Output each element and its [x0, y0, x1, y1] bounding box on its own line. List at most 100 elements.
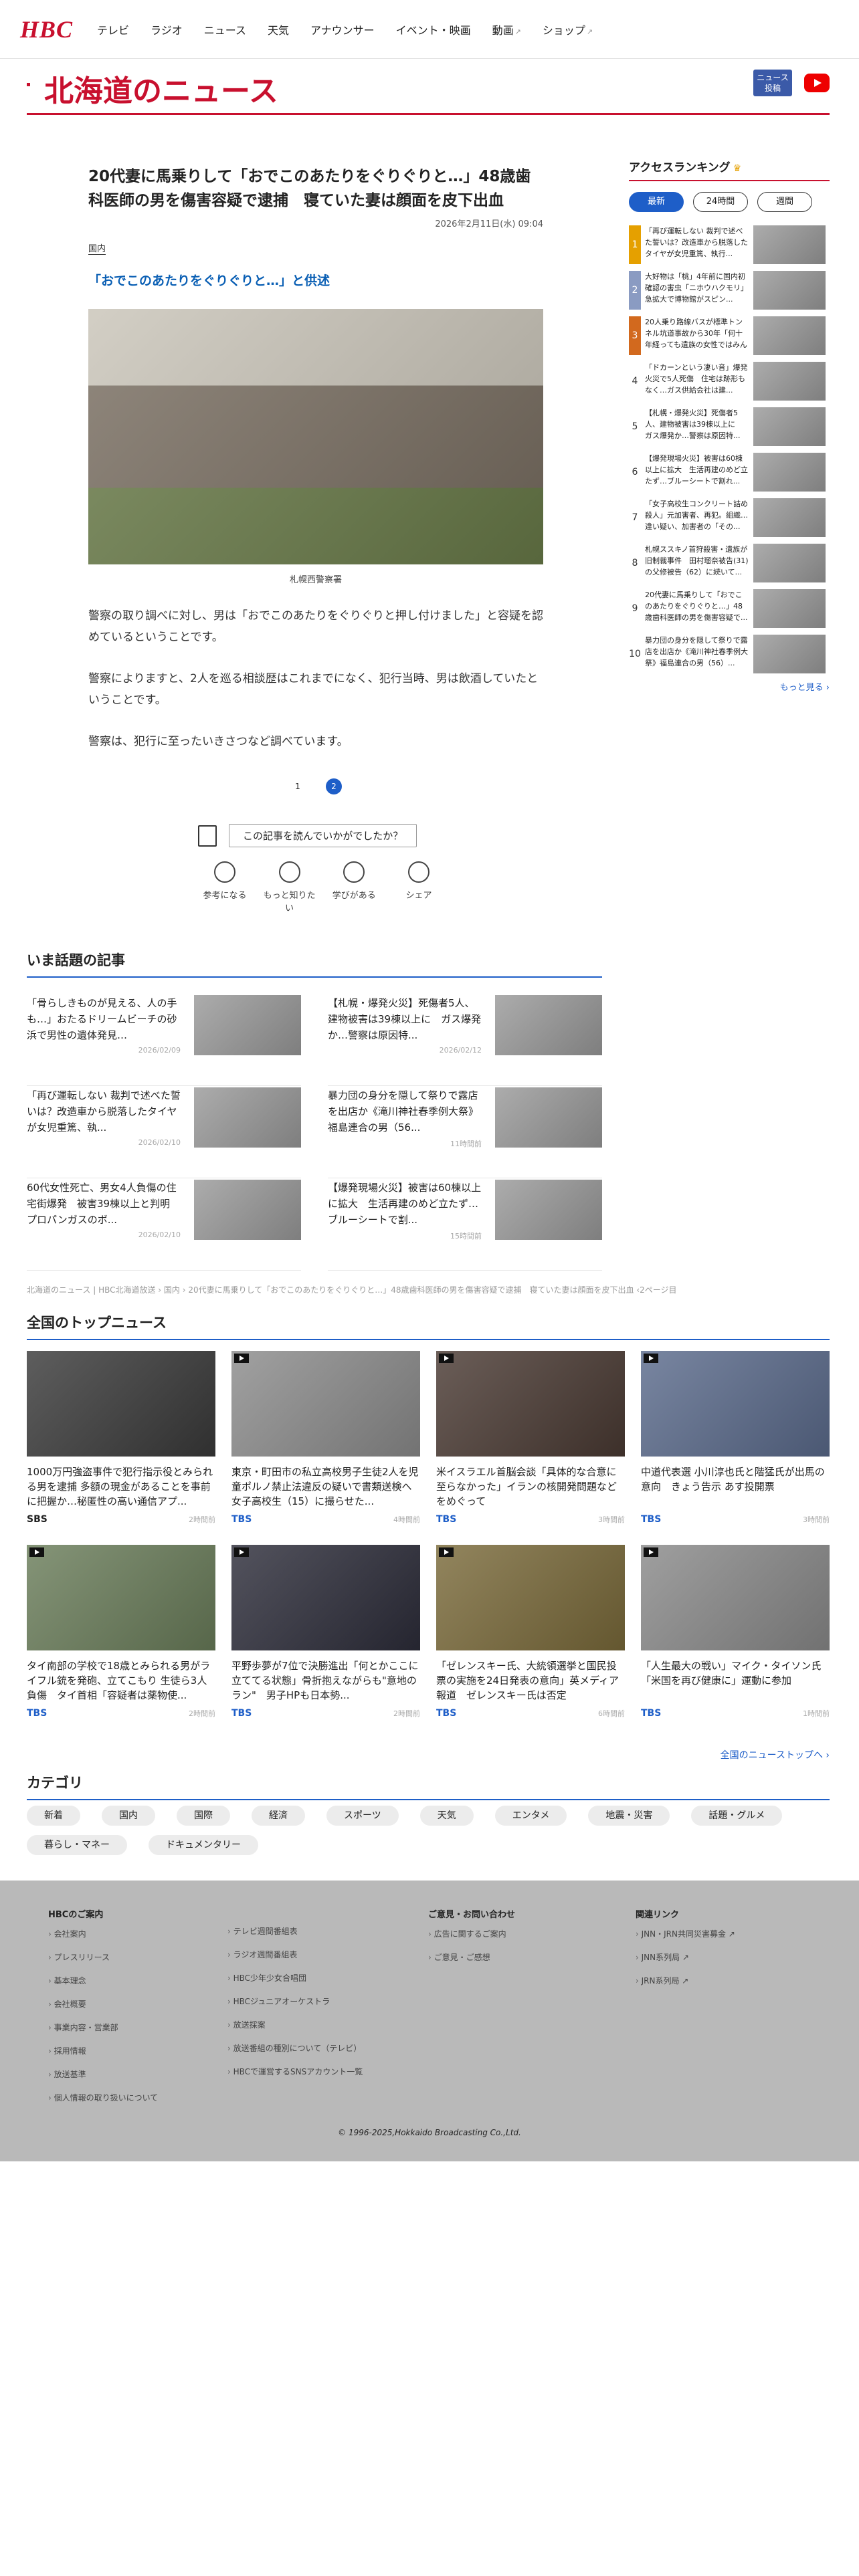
category-chip[interactable]: 新着: [27, 1806, 80, 1826]
footer-link[interactable]: 事業内容・営業部: [48, 2022, 158, 2033]
nav-news[interactable]: ニュース: [204, 21, 246, 37]
trending-item[interactable]: 60代女性死亡、男女4人負傷の住宅街爆発 被害39棟以上と判明 プロパンガスのボ…: [27, 1178, 301, 1271]
national-news-card[interactable]: タイ南部の学校で18歳とみられる男がライフル銃を発砲、立てこもり 生徒ら3人負傷…: [27, 1545, 215, 1719]
category-chip[interactable]: エンタメ: [494, 1806, 567, 1826]
rank-number: 4: [632, 376, 638, 387]
category-chip[interactable]: 国内: [102, 1806, 155, 1826]
footer-link[interactable]: テレビ週間番組表: [227, 1925, 363, 1937]
national-news-card[interactable]: 1000万円強盗事件で犯行指示役とみられる男を逮捕 多額の現金があることを事前に…: [27, 1351, 215, 1525]
tab-weekly[interactable]: 週間: [757, 192, 812, 212]
page-link[interactable]: 1: [290, 778, 306, 794]
category-chip[interactable]: スポーツ: [326, 1806, 399, 1826]
footer-link[interactable]: JRN系列局 ↗: [636, 1975, 735, 1986]
footer-link[interactable]: JNN・JRN共同災害募金 ↗: [636, 1928, 735, 1939]
nav-radio[interactable]: ラジオ: [151, 21, 183, 37]
footer-link[interactable]: 放送基準: [48, 2068, 158, 2080]
ranking-item[interactable]: 8 札幌ススキノ首狩殺害・遺族が旧制裁事件 田村瑠奈被告(31)の父修被告（62）…: [629, 544, 830, 582]
nav-weather[interactable]: 天気: [268, 21, 289, 37]
footer-link[interactable]: ご意見・ご感想: [428, 1951, 515, 1963]
footer-link[interactable]: ラジオ週間番組表: [227, 1949, 363, 1960]
nav-announcer[interactable]: アナウンサー: [310, 21, 375, 37]
national-news-title: 平野歩夢が7位で決勝進出「何とかここに立ててる状態」骨折抱えながらも"意地のラン…: [231, 1660, 419, 1701]
nav-video[interactable]: 動画 ↗: [492, 21, 521, 37]
national-news-card[interactable]: 平野歩夢が7位で決勝進出「何とかここに立ててる状態」骨折抱えながらも"意地のラン…: [231, 1545, 420, 1719]
footer-link[interactable]: 基本理念: [48, 1975, 158, 1986]
breadcrumb[interactable]: 北海道のニュース | HBC北海道放送 › 国内 › 20代妻に馬乗りして「おで…: [27, 1284, 830, 1295]
section-title: 北海道のニュース: [44, 74, 278, 108]
nav-tv[interactable]: テレビ: [97, 21, 129, 37]
ranking-more-link[interactable]: もっと見る ›: [629, 680, 830, 693]
trending-item-thumbnail: [194, 995, 301, 1055]
footer-link[interactable]: プレスリリース: [48, 1951, 158, 1963]
national-news-card[interactable]: 「人生最大の戦い」マイク・タイソン氏「米国を再び健康に」運動に参加 TBS 1時間前: [641, 1545, 830, 1719]
national-news-card[interactable]: 「ゼレンスキー氏、大統領選挙と国民投票の実施を24日発表の意向」英メディア報道 …: [436, 1545, 625, 1719]
trending-item[interactable]: 暴力団の身分を隠して祭りで露店を出店か《滝川神社春季例大祭》福島連合の男（56.…: [328, 1086, 602, 1178]
category-chip[interactable]: 国際: [177, 1806, 230, 1826]
video-play-icon: [644, 1547, 658, 1557]
national-news-thumbnail: [27, 1351, 215, 1457]
ranking-item[interactable]: 5 【札幌・爆発火災】死傷者5人、建物被害は39棟以上に ガス爆発か…警察は原因特…: [629, 407, 830, 446]
reaction-buttons: 参考になる もっと知りたい 学びがある シェア: [198, 861, 446, 914]
footer-link[interactable]: JNN系列局 ↗: [636, 1951, 735, 1963]
news-time: 4時間前: [393, 1515, 420, 1524]
article-category[interactable]: 国内: [88, 241, 106, 255]
trending-item[interactable]: 「再び運転しない 裁判で述べた誓いは？改造車から脱落したタイヤが女児重篤、執..…: [27, 1086, 301, 1178]
trending-item-title: 【札幌・爆発火災】死傷者5人、建物被害は39棟以上に ガス爆発か…警察は原因特.…: [328, 997, 482, 1041]
external-link-icon: ↗: [586, 27, 593, 36]
ranking-item[interactable]: 10 暴力団の身分を隠して祭りで露店を出店か《滝川神社春季例大祭》福島連合の男（5…: [629, 635, 830, 673]
ranking-item[interactable]: 4 「ドカーンという凄い音」爆発火災で5人死傷 住宅は跡形もなく…ガス供給会社は建…: [629, 362, 830, 401]
page-current[interactable]: 2: [326, 778, 342, 794]
share-button[interactable]: シェア: [392, 861, 446, 914]
footer-link[interactable]: 会社案内: [48, 1928, 158, 1939]
category-chip[interactable]: 経済: [252, 1806, 305, 1826]
hbc-logo[interactable]: HBC: [20, 15, 73, 43]
nav-shop[interactable]: ショップ ↗: [543, 21, 593, 37]
want-more-button[interactable]: もっと知りたい: [263, 861, 316, 914]
national-news-title: 1000万円強盗事件で犯行指示役とみられる男を逮捕 多額の現金があることを事前に…: [27, 1466, 213, 1507]
ranking-item[interactable]: 7 「女子高校生コンクリート詰め殺人」元加害者、再犯。組織…違い疑い、加害者の「そ…: [629, 498, 830, 537]
helpful-button[interactable]: 参考になる: [198, 861, 252, 914]
ranking-item[interactable]: 1 「再び運転しない 裁判で述べた誓いは？改造車から脱落したタイヤが女児重篤、執行…: [629, 225, 830, 264]
footer-link[interactable]: 会社概要: [48, 1998, 158, 2010]
footer-column-title: [227, 1907, 363, 1917]
youtube-icon[interactable]: [804, 74, 830, 92]
category-chip[interactable]: 話題・グルメ: [691, 1806, 783, 1826]
article-paragraph: 警察の取り調べに対し、男は「おでこのあたりをぐりぐりと押し付けました」と容疑を認…: [88, 609, 543, 644]
national-news-card[interactable]: 米イスラエル首脳会談「具体的な合意に至らなかった」イランの核開発問題などをめぐっ…: [436, 1351, 625, 1525]
footer-link[interactable]: HBCジュニアオーケストラ: [227, 1996, 363, 2007]
ranking-item[interactable]: 3 20人乗り路線バスが標準トンネル坑道事故から30年「何十年経っても遺族の女性で…: [629, 316, 830, 355]
national-more-link[interactable]: 全国のニューストップへ ›: [721, 1748, 830, 1761]
photo-caption: 札幌西警察署: [289, 575, 342, 585]
ranking-item[interactable]: 9 20代妻に馬乗りして「おでこのあたりをぐりぐりと…」48歳歯科医師の男を傷害容…: [629, 589, 830, 628]
rank-thumbnail: [753, 635, 826, 673]
trending-item[interactable]: 「骨らしきものが見える、人の手も…」おたるドリームビーチの砂浜で男性の遺体発見……: [27, 994, 301, 1086]
footer-link[interactable]: HBCで運営するSNSアカウント一覧: [227, 2066, 363, 2077]
news-source-badge: TBS: [641, 1708, 662, 1719]
footer-link[interactable]: 個人情報の取り扱いについて: [48, 2092, 159, 2103]
news-time: 3時間前: [598, 1515, 625, 1524]
tab-latest[interactable]: 最新: [629, 192, 684, 212]
footer-link[interactable]: HBC少年少女合唱団: [227, 1972, 363, 1983]
related-link[interactable]: 「おでこのあたりをぐりぐりと…」と供述: [88, 271, 543, 289]
category-chip[interactable]: 地震・災害: [588, 1806, 670, 1826]
ranking-item[interactable]: 6 【爆発現場火災】被害は60棟以上に拡大 生活再建のめど立たず…ブルーシートで割…: [629, 453, 830, 492]
footer-link[interactable]: 広告に関するご案内: [428, 1928, 515, 1939]
category-chip[interactable]: 天気: [419, 1806, 474, 1826]
footer-link[interactable]: 放送番組の種別について（テレビ）: [227, 2042, 363, 2054]
nav-events[interactable]: イベント・映画: [396, 21, 471, 37]
trending-item[interactable]: 【札幌・爆発火災】死傷者5人、建物被害は39棟以上に ガス爆発か…警察は原因特.…: [328, 994, 602, 1086]
tab-24h[interactable]: 24時間: [693, 192, 748, 212]
national-news-title: 東京・町田市の私立高校男子生徒2人を児童ポルノ禁止法違反の疑いで書類送検へ 女子…: [231, 1466, 420, 1507]
trending-item-thumbnail: [495, 995, 602, 1055]
ranking-item[interactable]: 2 大好物は「桃」4年前に国内初確認の害虫「ニホウハクモリ」急拡大で博物館がスピン…: [629, 271, 830, 310]
external-link-icon: ↗: [514, 27, 521, 36]
trending-item[interactable]: 【爆発現場火災】被害は60棟以上に拡大 生活再建のめど立たず…ブルーシートで割.…: [328, 1178, 602, 1271]
news-submit-button[interactable]: ニュース 投稿: [753, 70, 792, 96]
national-news-card[interactable]: 東京・町田市の私立高校男子生徒2人を児童ポルノ禁止法違反の疑いで書類送検へ 女子…: [231, 1351, 420, 1525]
footer-link[interactable]: 採用情報: [48, 2045, 158, 2056]
learning-button[interactable]: 学びがある: [327, 861, 381, 914]
category-chip[interactable]: 暮らし・マネー: [27, 1835, 127, 1855]
category-chip[interactable]: ドキュメンタリー: [149, 1835, 258, 1855]
national-news-card[interactable]: 中道代表選 小川淳也氏と階猛氏が出馬の意向 きょう告示 あす投開票 TBS 3時間前: [641, 1351, 830, 1525]
footer-link[interactable]: 放送採案: [227, 2019, 363, 2030]
